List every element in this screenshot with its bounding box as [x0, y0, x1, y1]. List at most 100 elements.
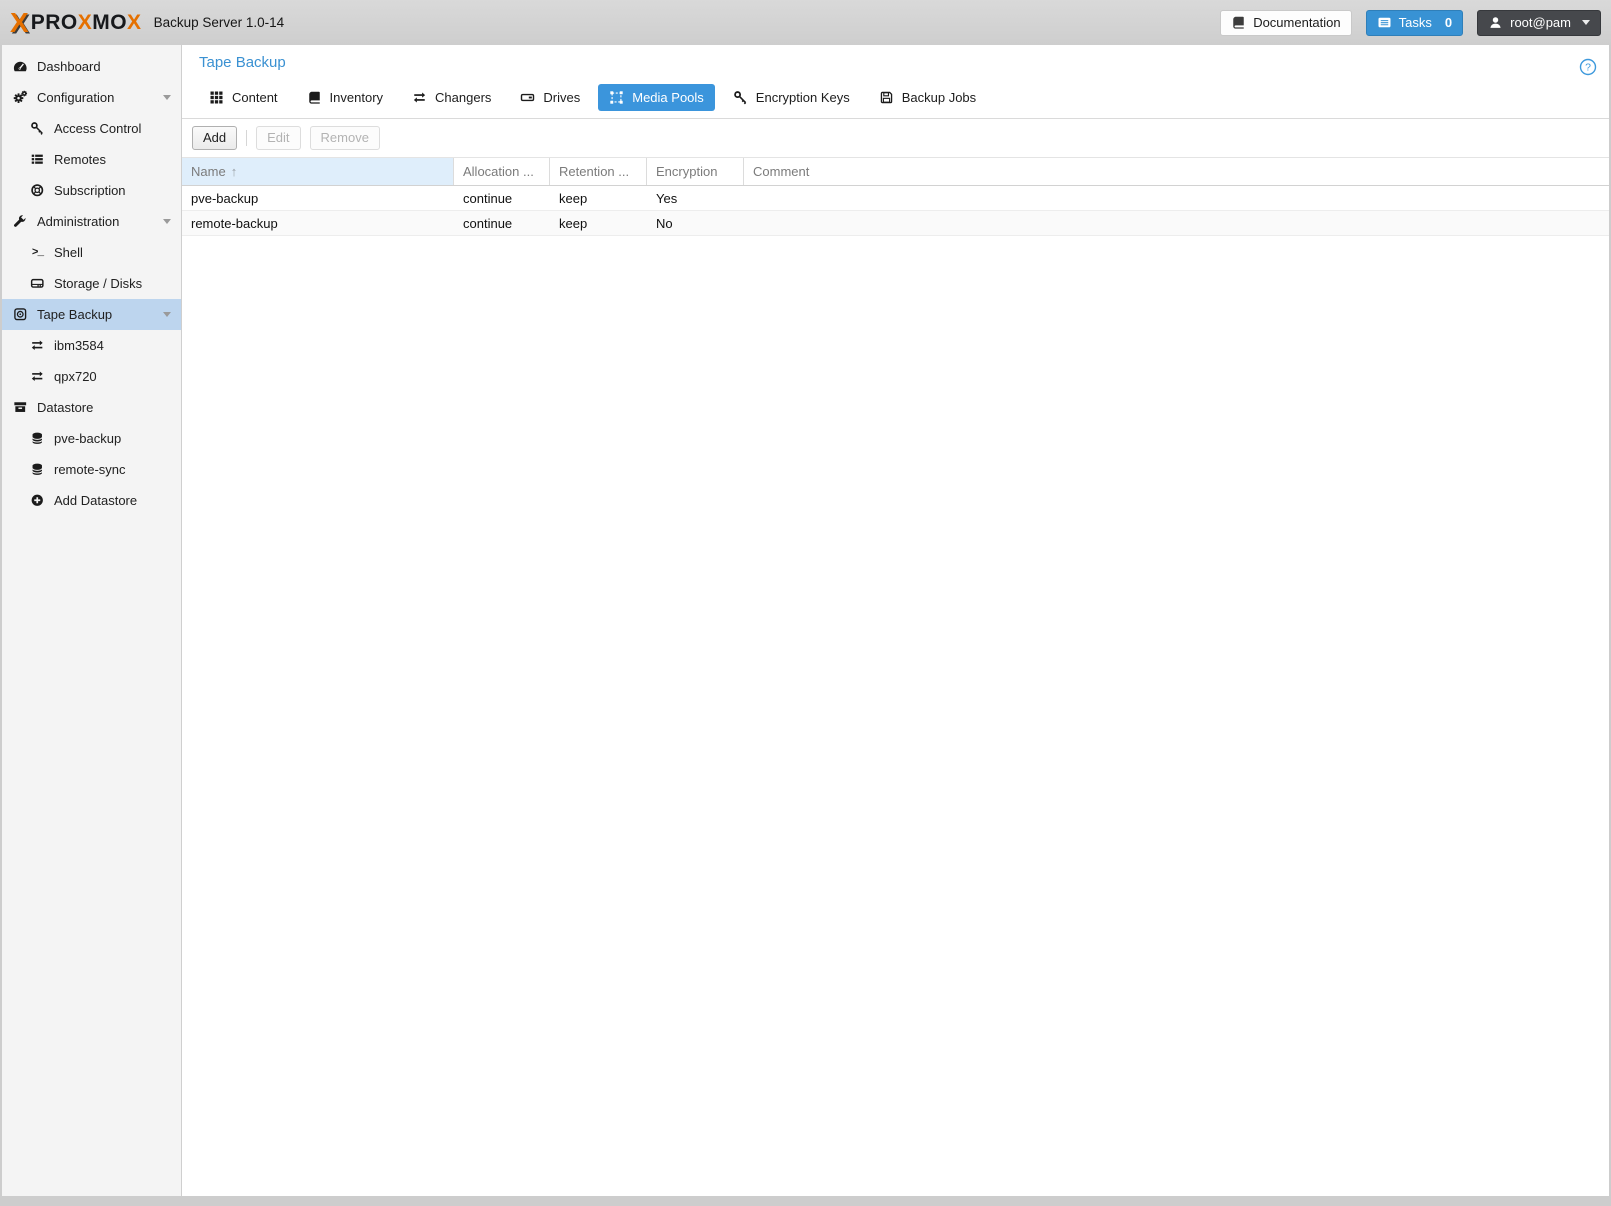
sidebar-item-dashboard[interactable]: Dashboard: [2, 51, 181, 82]
sidebar-item-storage-disks[interactable]: Storage / Disks: [2, 268, 181, 299]
sidebar-item-shell[interactable]: >_ Shell: [2, 237, 181, 268]
media-pools-table: Name ↑ Allocation ... Retention ... Encr…: [182, 157, 1609, 1196]
table-row[interactable]: remote-backup continue keep No: [182, 211, 1609, 236]
table-row[interactable]: pve-backup continue keep Yes: [182, 186, 1609, 211]
list-icon: [29, 152, 46, 167]
sidebar-item-access-control[interactable]: Access Control: [2, 113, 181, 144]
svg-text:?: ?: [1585, 62, 1591, 74]
sidebar-item-label: Datastore: [37, 400, 93, 415]
grid-toolbar: Add Edit Remove: [182, 119, 1609, 157]
gears-icon: [12, 90, 29, 105]
tab-label: Encryption Keys: [756, 90, 850, 105]
tab-label: Inventory: [330, 90, 383, 105]
life-ring-icon: [29, 183, 46, 198]
topbar-actions: Documentation Tasks 0 root@pam: [1220, 10, 1601, 36]
product-version-label: Backup Server 1.0-14: [154, 15, 285, 30]
sidebar-item-label: Subscription: [54, 183, 126, 198]
table-empty-area: [182, 236, 1609, 1196]
column-header-allocation[interactable]: Allocation ...: [454, 158, 550, 185]
tab-backup-jobs[interactable]: Backup Jobs: [868, 84, 987, 111]
cell-allocation: continue: [454, 216, 550, 231]
plus-circle-icon: [29, 493, 46, 508]
tab-label: Changers: [435, 90, 491, 105]
sidebar-item-datastore[interactable]: Datastore: [2, 392, 181, 423]
edit-button[interactable]: Edit: [256, 126, 300, 150]
sidebar-item-remotes[interactable]: Remotes: [2, 144, 181, 175]
wrench-icon: [12, 214, 29, 229]
app-window: X PROXMOX Backup Server 1.0-14 Documenta…: [0, 0, 1611, 1206]
user-menu-button[interactable]: root@pam: [1477, 10, 1601, 36]
tab-changers[interactable]: Changers: [401, 84, 502, 111]
tasks-label: Tasks: [1399, 15, 1432, 30]
save-icon: [879, 90, 894, 105]
tab-inventory[interactable]: Inventory: [296, 84, 394, 111]
sidebar-item-subscription[interactable]: Subscription: [2, 175, 181, 206]
grid-icon: [209, 90, 224, 105]
column-header-encryption[interactable]: Encryption: [647, 158, 744, 185]
sidebar-item-label: qpx720: [54, 369, 97, 384]
expander-caret-icon[interactable]: [163, 312, 171, 317]
documentation-button[interactable]: Documentation: [1220, 10, 1351, 36]
remove-button[interactable]: Remove: [310, 126, 380, 150]
database-icon: [29, 462, 46, 477]
tasks-button[interactable]: Tasks 0: [1366, 10, 1463, 36]
tab-drives[interactable]: Drives: [509, 84, 591, 111]
user-label: root@pam: [1510, 15, 1571, 30]
sidebar-item-administration[interactable]: Administration: [2, 206, 181, 237]
archive-icon: [12, 400, 29, 415]
navigation-sidebar: Dashboard Configuration Access Control R…: [2, 45, 182, 1196]
tab-media-pools[interactable]: Media Pools: [598, 84, 715, 111]
tab-label: Media Pools: [632, 90, 704, 105]
cell-encryption: Yes: [647, 191, 744, 206]
help-icon[interactable]: ?: [1579, 58, 1597, 76]
table-header-row: Name ↑ Allocation ... Retention ... Encr…: [182, 157, 1609, 186]
tab-label: Drives: [543, 90, 580, 105]
tab-content[interactable]: Content: [198, 84, 289, 111]
sidebar-item-label: Access Control: [54, 121, 141, 136]
cell-name: remote-backup: [182, 216, 454, 231]
column-header-name[interactable]: Name ↑: [182, 158, 454, 185]
sidebar-item-label: Storage / Disks: [54, 276, 142, 291]
tab-label: Backup Jobs: [902, 90, 976, 105]
expander-caret-icon[interactable]: [163, 219, 171, 224]
sidebar-item-label: remote-sync: [54, 462, 126, 477]
proxmox-logo: X PROXMOX: [10, 9, 142, 37]
content-panel: Tape Backup ? Content Inventory Change: [182, 45, 1609, 1196]
object-group-icon: [609, 90, 624, 105]
page-title: Tape Backup: [199, 54, 286, 71]
user-icon: [1488, 15, 1503, 30]
chevron-down-icon: [1582, 20, 1590, 25]
terminal-icon: >_: [29, 247, 46, 259]
column-header-comment[interactable]: Comment: [744, 158, 1609, 185]
sidebar-item-qpx720[interactable]: qpx720: [2, 361, 181, 392]
task-list-icon: [1377, 15, 1392, 30]
tachometer-icon: [12, 59, 29, 74]
documentation-label: Documentation: [1253, 15, 1340, 30]
cell-encryption: No: [647, 216, 744, 231]
book-icon: [1231, 15, 1246, 30]
hdd-icon: [29, 276, 46, 291]
expander-caret-icon[interactable]: [163, 95, 171, 100]
sidebar-item-label: Shell: [54, 245, 83, 260]
sidebar-item-pve-backup[interactable]: pve-backup: [2, 423, 181, 454]
sidebar-item-remote-sync[interactable]: remote-sync: [2, 454, 181, 485]
add-button[interactable]: Add: [192, 126, 237, 150]
sidebar-item-label: Add Datastore: [54, 493, 137, 508]
drive-icon: [520, 90, 535, 105]
column-header-retention[interactable]: Retention ...: [550, 158, 647, 185]
sidebar-item-ibm3584[interactable]: ibm3584: [2, 330, 181, 361]
sidebar-item-tape-backup[interactable]: Tape Backup: [2, 299, 181, 330]
key-icon: [29, 121, 46, 136]
exchange-icon: [412, 90, 427, 105]
cell-retention: keep: [550, 191, 647, 206]
main-area: Dashboard Configuration Access Control R…: [0, 45, 1611, 1196]
sidebar-item-add-datastore[interactable]: Add Datastore: [2, 485, 181, 516]
cell-allocation: continue: [454, 191, 550, 206]
sidebar-item-configuration[interactable]: Configuration: [2, 82, 181, 113]
database-icon: [29, 431, 46, 446]
proxmox-wordmark: PROXMOX: [31, 12, 142, 33]
tab-encryption-keys[interactable]: Encryption Keys: [722, 84, 861, 111]
sidebar-item-label: Remotes: [54, 152, 106, 167]
top-bar: X PROXMOX Backup Server 1.0-14 Documenta…: [0, 0, 1611, 45]
cell-name: pve-backup: [182, 191, 454, 206]
